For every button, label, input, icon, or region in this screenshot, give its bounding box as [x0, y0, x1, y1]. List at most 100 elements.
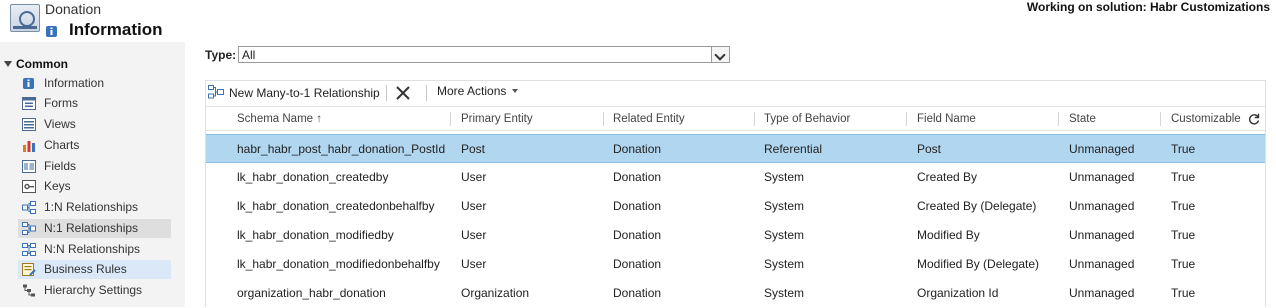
sidebar-item-label: Information — [44, 76, 105, 90]
chevron-down-icon[interactable] — [711, 47, 729, 62]
cell-primary-entity: User — [461, 199, 487, 213]
cell-field-name: Post — [917, 142, 942, 156]
column-header-type-of-behavior[interactable]: Type of Behavior — [764, 107, 850, 131]
more-actions-button[interactable]: More Actions — [437, 84, 519, 102]
sidebar-item-forms[interactable]: Forms — [18, 94, 171, 113]
table-row[interactable]: habr_habr_post_habr_donation_PostId Post D… — [206, 134, 1265, 163]
cell-schema-name[interactable]: lk_habr_donation_createdby — [237, 163, 388, 192]
cell-customizable: True — [1171, 142, 1196, 156]
column-header-field-name[interactable]: Field Name — [917, 107, 976, 131]
refresh-icon[interactable] — [1248, 113, 1260, 125]
cell-primary-entity: Organization — [461, 286, 530, 300]
sidebar-item-views[interactable]: Views — [18, 115, 171, 134]
relationship-nn-icon — [22, 243, 36, 256]
cell-state: Unmanaged — [1069, 170, 1135, 184]
toolbar-separator — [386, 85, 387, 101]
cell-customizable: True — [1171, 170, 1196, 184]
cell-primary-entity: User — [461, 257, 487, 271]
entity-icon — [10, 4, 40, 32]
collapse-triangle-icon — [4, 61, 12, 67]
sidebar-item-label: Views — [44, 117, 76, 131]
column-separator — [603, 112, 604, 126]
page-title: Information — [69, 20, 163, 39]
type-filter-label: Type: — [205, 48, 237, 62]
delete-icon[interactable] — [394, 84, 412, 102]
cell-schema-name[interactable]: lk_habr_donation_modifiedonbehalfby — [237, 250, 440, 279]
column-separator — [754, 112, 755, 126]
cell-related-entity: Donation — [613, 142, 662, 156]
sidebar-item-charts[interactable]: Charts — [18, 136, 171, 155]
sidebar-item-label: 1:N Relationships — [44, 200, 139, 214]
type-filter-value: All — [242, 48, 256, 62]
sidebar-item-business-rules[interactable]: Business Rules — [18, 260, 171, 279]
relationships-grid: New Many-to-1 Relationship More Actions … — [205, 80, 1266, 307]
charts-icon — [23, 141, 35, 152]
sidebar-item-nn-relationships[interactable]: N:N Relationships — [18, 240, 171, 259]
column-separator — [906, 112, 907, 126]
page-header: Donation Information Working on solution… — [0, 0, 1276, 42]
table-row[interactable]: lk_habr_donation_modifiedonbehalfby User D… — [206, 250, 1265, 279]
cell-schema-name[interactable]: habr_habr_post_habr_donation_PostId — [237, 135, 445, 164]
forms-icon — [22, 97, 36, 110]
sidebar: Common Information Forms Views Charts Fi… — [0, 42, 185, 307]
column-header-schema-name[interactable]: Schema Name ↑ — [237, 107, 322, 131]
cell-schema-name[interactable]: lk_habr_donation_modifiedby — [237, 221, 394, 250]
column-separator — [1160, 112, 1161, 126]
information-icon — [23, 78, 34, 89]
sidebar-item-label: Charts — [44, 138, 80, 152]
cell-related-entity: Donation — [613, 257, 662, 271]
cell-state: Unmanaged — [1069, 199, 1135, 213]
cell-type-of-behavior: System — [764, 170, 805, 184]
cell-schema-name[interactable]: organization_habr_donation — [237, 279, 386, 308]
sidebar-item-label: Keys — [44, 179, 71, 193]
sidebar-item-1n-relationships[interactable]: 1:N Relationships — [18, 198, 171, 217]
column-separator — [450, 112, 451, 126]
cell-state: Unmanaged — [1069, 228, 1135, 242]
relationship-n1-icon — [22, 222, 36, 235]
cell-related-entity: Donation — [613, 199, 662, 213]
sidebar-section-common[interactable]: Common — [4, 57, 68, 71]
table-row[interactable]: lk_habr_donation_createdby User Donation Sy… — [206, 163, 1265, 192]
information-icon — [46, 26, 57, 37]
cell-field-name: Created By — [917, 170, 978, 184]
cell-related-entity: Donation — [613, 170, 662, 184]
column-header-state[interactable]: State — [1069, 107, 1096, 131]
sidebar-item-information[interactable]: Information — [18, 74, 171, 93]
cell-primary-entity: User — [461, 170, 487, 184]
business-rules-icon — [22, 263, 36, 276]
solution-label: Working on solution: Habr Customizations — [1026, 0, 1270, 14]
table-row[interactable]: lk_habr_donation_modifiedby User Donation S… — [206, 221, 1265, 250]
cell-field-name: Modified By (Delegate) — [917, 257, 1040, 271]
sidebar-item-fields[interactable]: Fields — [18, 157, 171, 176]
column-header-related-entity[interactable]: Related Entity — [613, 107, 685, 131]
cell-state: Unmanaged — [1069, 286, 1135, 300]
table-row[interactable]: lk_habr_donation_createdonbehalfby User Do… — [206, 192, 1265, 221]
grid-toolbar: New Many-to-1 Relationship More Actions — [206, 81, 1265, 106]
cell-type-of-behavior: System — [764, 228, 805, 242]
hierarchy-icon — [23, 284, 35, 297]
cell-type-of-behavior: Referential — [764, 142, 823, 156]
table-row[interactable]: organization_habr_donation Organization Do… — [206, 279, 1265, 308]
sidebar-item-label: Business Rules — [44, 262, 127, 276]
column-header-primary-entity[interactable]: Primary Entity — [461, 107, 533, 131]
sidebar-item-keys[interactable]: Keys — [18, 177, 171, 196]
sidebar-item-hierarchy-settings[interactable]: Hierarchy Settings — [18, 281, 171, 300]
sidebar-item-label: N:N Relationships — [44, 242, 141, 256]
grid-header: Schema Name ↑ Primary Entity Related Ent… — [206, 106, 1265, 131]
new-relationship-icon — [208, 85, 224, 99]
type-filter-select[interactable]: All — [238, 46, 730, 63]
cell-primary-entity: User — [461, 228, 487, 242]
sidebar-item-label: N:1 Relationships — [44, 221, 139, 235]
column-header-customizable[interactable]: Customizable — [1171, 107, 1241, 131]
cell-type-of-behavior: System — [764, 199, 805, 213]
views-icon — [22, 118, 36, 131]
cell-field-name: Created By (Delegate) — [917, 199, 1037, 213]
cell-schema-name[interactable]: lk_habr_donation_createdonbehalfby — [237, 192, 435, 221]
caret-down-icon — [512, 89, 519, 93]
keys-icon — [22, 180, 36, 193]
toolbar-separator — [426, 85, 427, 101]
sidebar-item-n1-relationships[interactable]: N:1 Relationships — [18, 219, 171, 238]
relationship-1n-icon — [22, 201, 36, 214]
column-separator — [1058, 112, 1059, 126]
cell-field-name: Organization Id — [917, 286, 999, 300]
